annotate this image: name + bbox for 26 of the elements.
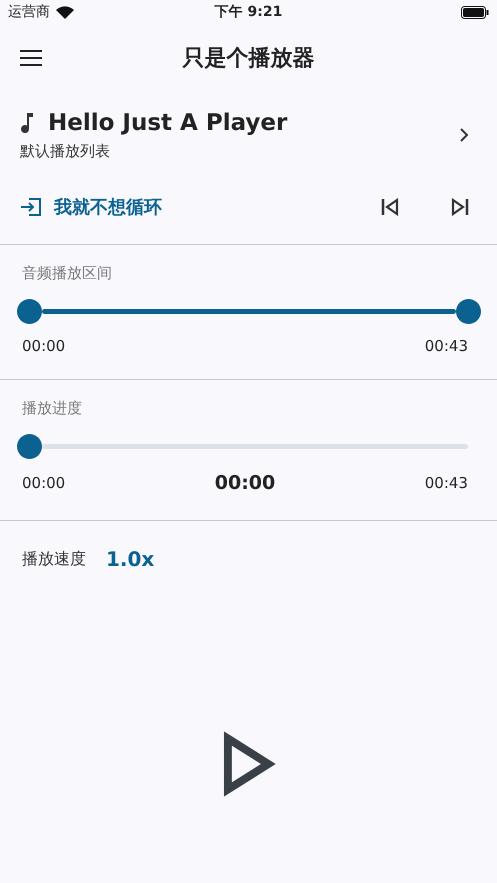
start-time: 00:00 <box>22 337 66 355</box>
music-note-icon <box>20 112 34 132</box>
slider-thumb[interactable] <box>16 299 42 324</box>
start-time: 00:00 <box>22 474 66 492</box>
current-time: 00:00 <box>214 472 276 494</box>
arrow-into-bracket-icon <box>20 197 42 217</box>
end-time: 00:43 <box>424 337 468 355</box>
slider-thumb[interactable] <box>16 434 42 459</box>
playlist-name: 默认播放列表 <box>20 142 111 160</box>
next-button[interactable] <box>451 198 469 216</box>
status-time: 下午 9:21 <box>214 3 282 21</box>
loop-mode-button[interactable]: 我就不想循环 <box>20 195 162 219</box>
end-time: 00:43 <box>424 474 468 492</box>
app-title: 只是个播放器 <box>182 45 314 73</box>
section-label: 音频播放区间 <box>22 264 112 282</box>
speed-value[interactable]: 1.0x <box>106 547 154 571</box>
speed-label: 播放速度 <box>22 548 86 570</box>
slider-thumb[interactable] <box>456 299 480 324</box>
menu-icon <box>20 50 42 66</box>
previous-button[interactable] <box>381 198 399 216</box>
track-title: Hello Just A Player <box>48 110 288 136</box>
wifi-icon <box>56 6 74 18</box>
carrier-name: 运营商 <box>8 3 50 21</box>
battery-icon <box>460 6 489 18</box>
chevron-right-button[interactable] <box>459 127 469 143</box>
section-label: 播放进度 <box>22 399 82 417</box>
